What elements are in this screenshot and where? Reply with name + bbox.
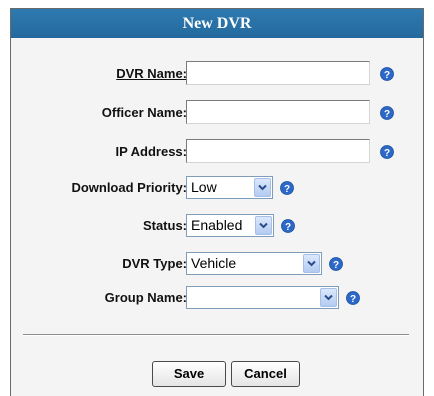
help-icon[interactable]: ? [380, 145, 394, 159]
svg-text:?: ? [384, 109, 390, 120]
help-icon[interactable]: ? [346, 291, 360, 305]
chevron-down-icon[interactable] [255, 216, 272, 235]
svg-text:?: ? [284, 184, 290, 195]
officer-name-input[interactable] [186, 100, 370, 124]
svg-text:?: ? [384, 148, 390, 159]
help-icon[interactable]: ? [380, 67, 394, 81]
svg-text:?: ? [333, 260, 339, 271]
svg-text:?: ? [384, 70, 390, 81]
new-dvr-dialog: New DVR DVR Name: ? Officer Name: ? IP A… [10, 8, 424, 396]
status-label: Status: [142, 218, 187, 233]
help-icon[interactable]: ? [380, 106, 394, 120]
chevron-down-icon[interactable] [320, 288, 337, 307]
chevron-down-icon[interactable] [254, 178, 271, 197]
cancel-button[interactable]: Cancel [231, 361, 300, 387]
dvr-name-input[interactable] [186, 61, 370, 85]
dvr-type-value: Vehicle [191, 255, 237, 271]
download-priority-label: Download Priority: [71, 180, 187, 195]
help-icon[interactable]: ? [280, 181, 294, 195]
dvr-type-select[interactable]: Vehicle [186, 252, 322, 275]
dialog-title: New DVR [11, 9, 423, 38]
dvr-type-label: DVR Type: [122, 256, 187, 271]
ip-address-label: IP Address: [115, 144, 187, 159]
ip-address-input[interactable] [186, 139, 370, 163]
chevron-down-icon[interactable] [303, 254, 320, 273]
group-name-label: Group Name: [104, 290, 187, 305]
save-button[interactable]: Save [152, 361, 226, 387]
status-select[interactable]: Enabled [186, 214, 274, 237]
group-name-select[interactable] [186, 286, 339, 309]
divider [23, 334, 409, 336]
svg-text:?: ? [350, 294, 356, 305]
help-icon[interactable]: ? [329, 257, 343, 271]
help-icon[interactable]: ? [281, 219, 295, 233]
officer-name-label: Officer Name: [101, 105, 187, 120]
dvr-name-label: DVR Name: [116, 66, 187, 81]
download-priority-value: Low [191, 179, 217, 195]
status-value: Enabled [191, 217, 243, 233]
download-priority-select[interactable]: Low [186, 176, 273, 199]
svg-text:?: ? [285, 222, 291, 233]
